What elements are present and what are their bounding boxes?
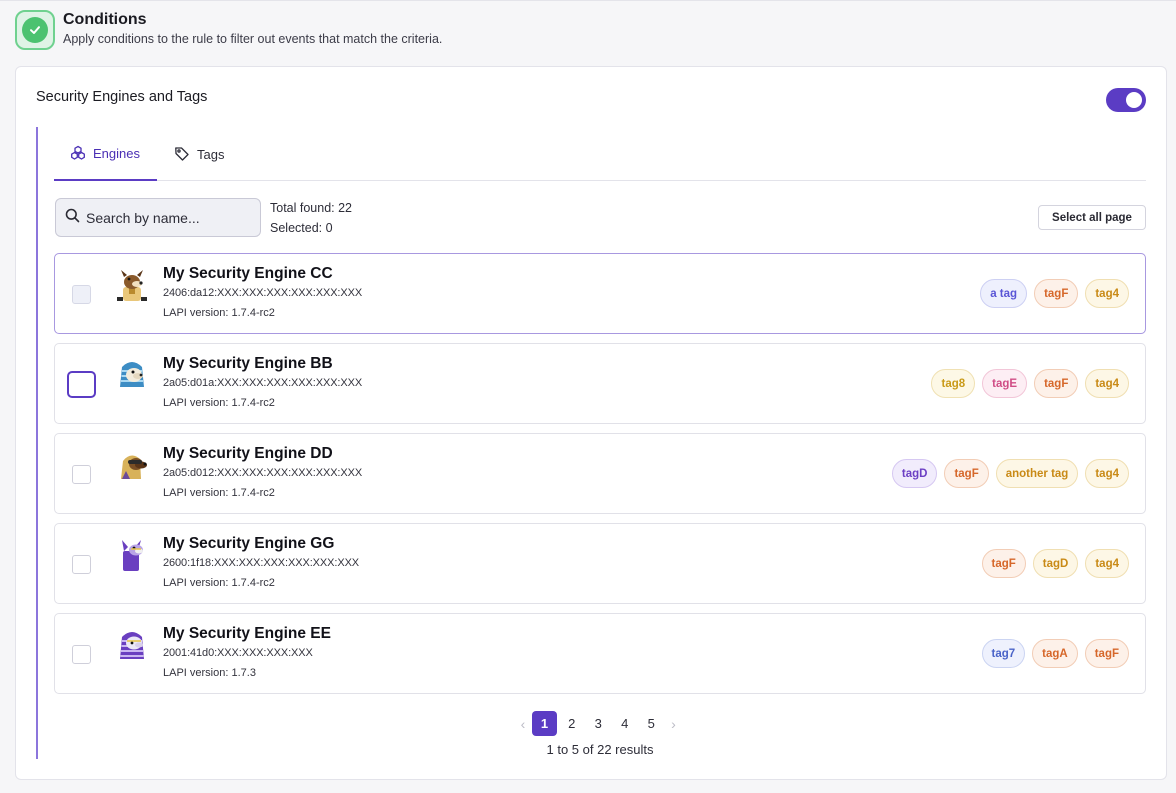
- tag-badge: tagF: [944, 459, 989, 488]
- engine-tags: tag7 tagA tagF: [981, 639, 1129, 668]
- row-checkbox[interactable]: [72, 465, 91, 484]
- tag-badge: tag4: [1085, 279, 1129, 308]
- blue-pharaoh-mascot-avatar: [120, 362, 144, 387]
- security-engines-card: Security Engines and Tags Engines Tags S…: [15, 66, 1167, 780]
- row-checkbox[interactable]: [67, 371, 96, 398]
- top-divider: [0, 0, 1176, 1]
- row-checkbox[interactable]: [72, 645, 91, 664]
- tag-badge: tag4: [1085, 549, 1129, 578]
- page-button-5[interactable]: 5: [638, 711, 665, 736]
- tag-badge: tagF: [1034, 369, 1079, 398]
- page-button-1[interactable]: 1: [532, 711, 557, 736]
- search-input[interactable]: [86, 209, 246, 226]
- engine-ip: 2406:da12:XXX:XXX:XXX:XXX:XXX:XXX: [163, 287, 363, 299]
- tag-badge: tagD: [1032, 549, 1079, 578]
- engine-tags: a tag tagF tag4: [980, 279, 1129, 308]
- row-checkbox[interactable]: [72, 285, 91, 304]
- select-all-page-button[interactable]: Select all page: [1038, 205, 1146, 230]
- total-found-text: Total found: 22: [270, 201, 353, 215]
- tag-badge: tagE: [982, 369, 1028, 398]
- engine-row[interactable]: My Security Engine GG 2600:1f18:XXX:XXX:…: [54, 523, 1146, 604]
- page-title: Conditions: [63, 11, 147, 28]
- tab-bar: Engines Tags: [54, 127, 1146, 181]
- page-subtitle: Apply conditions to the rule to filter o…: [63, 32, 443, 46]
- tag-badge: tagF: [1034, 279, 1079, 308]
- engine-lapi-version: LAPI version: 1.7.4-rc2: [163, 307, 275, 319]
- dog-mascot-avatar: [117, 270, 147, 301]
- check-circle-icon: [15, 10, 55, 50]
- tag-badge: tagF: [981, 549, 1026, 578]
- engine-ip: 2600:1f18:XXX:XXX:XXX:XXX:XXX:XXX: [163, 557, 360, 569]
- tag-badge: tag4: [1085, 459, 1129, 488]
- engine-name: My Security Engine GG: [163, 535, 335, 552]
- pagination: ‹ 1 2 3 4 5 ›: [514, 711, 683, 736]
- tag-badge: tagF: [1084, 639, 1129, 668]
- tag-badge: tagD: [891, 459, 938, 488]
- page-button-3[interactable]: 3: [585, 711, 612, 736]
- tag-icon: [174, 146, 190, 162]
- engine-row[interactable]: My Security Engine BB 2a05:d01a:XXX:XXX:…: [54, 343, 1146, 424]
- engine-lapi-version: LAPI version: 1.7.3: [163, 667, 256, 679]
- tab-engines[interactable]: Engines: [54, 127, 157, 181]
- tag-badge: a tag: [980, 279, 1028, 308]
- page-button-2[interactable]: 2: [559, 711, 586, 736]
- engine-row[interactable]: My Security Engine EE 2001:41d0:XXX:XXX:…: [54, 613, 1146, 694]
- toggle-knob: [1126, 92, 1142, 108]
- engine-row[interactable]: My Security Engine DD 2a05:d012:XXX:XXX:…: [54, 433, 1146, 514]
- next-page-chevron-right-icon[interactable]: ›: [665, 711, 683, 736]
- engine-lapi-version: LAPI version: 1.7.4-rc2: [163, 397, 275, 409]
- tab-tags[interactable]: Tags: [172, 127, 224, 181]
- totals: Total found: 22 Selected: 0: [270, 198, 352, 238]
- enable-toggle[interactable]: [1106, 88, 1146, 112]
- prev-page-chevron-left-icon[interactable]: ‹: [514, 711, 532, 736]
- engine-ip: 2001:41d0:XXX:XXX:XXX:XXX: [163, 647, 313, 659]
- selected-count-text: Selected: 0: [270, 221, 333, 235]
- engines-icon: [70, 145, 86, 161]
- engine-row[interactable]: My Security Engine CC 2406:da12:XXX:XXX:…: [54, 253, 1146, 334]
- engine-name: My Security Engine DD: [163, 445, 333, 462]
- engine-name: My Security Engine CC: [163, 265, 333, 282]
- conditions-header: Conditions Apply conditions to the rule …: [15, 10, 442, 50]
- engine-name: My Security Engine BB: [163, 355, 333, 372]
- page-button-4[interactable]: 4: [612, 711, 639, 736]
- tag-badge: tag4: [1085, 369, 1129, 398]
- tag-badge: tag7: [981, 639, 1026, 668]
- search-box[interactable]: [55, 198, 261, 237]
- engine-name: My Security Engine EE: [163, 625, 331, 642]
- tag-badge: another tag: [995, 459, 1079, 488]
- tab-engines-label: Engines: [93, 145, 140, 161]
- card-title: Security Engines and Tags: [36, 89, 208, 105]
- engine-tags: tagD tagF another tag tag4: [891, 459, 1129, 488]
- engine-tags: tagF tagD tag4: [981, 549, 1129, 578]
- engine-lapi-version: LAPI version: 1.7.4-rc2: [163, 577, 275, 589]
- row-checkbox[interactable]: [72, 555, 91, 574]
- tag-badge: tagA: [1032, 639, 1078, 668]
- engine-lapi-version: LAPI version: 1.7.4-rc2: [163, 487, 275, 499]
- pagination-summary: 1 to 5 of 22 results: [546, 742, 654, 757]
- gold-dog-mascot-avatar: [121, 455, 147, 479]
- engine-ip: 2a05:d012:XXX:XXX:XXX:XXX:XXX:XXX: [163, 467, 363, 479]
- tag-badge: tag8: [931, 369, 976, 398]
- section-accent-line: [36, 127, 38, 759]
- engine-ip: 2a05:d01a:XXX:XXX:XXX:XXX:XXX:XXX: [163, 377, 363, 389]
- purple-creature-mascot-avatar: [122, 540, 143, 571]
- engine-tags: tag8 tagE tagF tag4: [931, 369, 1129, 398]
- purple-pharaoh-mascot-avatar: [120, 632, 144, 659]
- search-icon: [65, 208, 80, 228]
- tab-tags-label: Tags: [197, 146, 225, 162]
